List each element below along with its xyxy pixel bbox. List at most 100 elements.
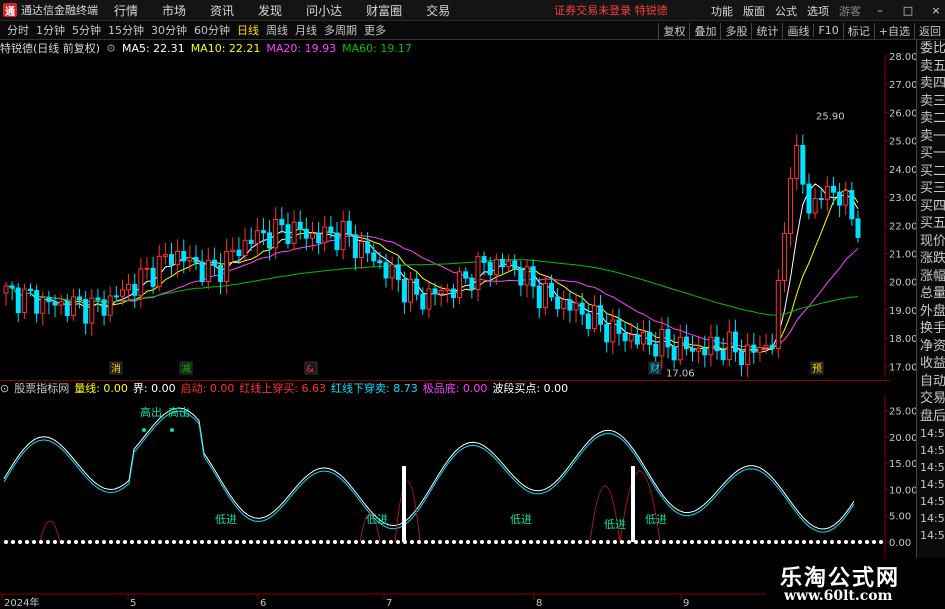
baseline-dot <box>529 540 533 544</box>
baseline-dot <box>578 540 582 544</box>
candle-body <box>21 288 27 314</box>
candle-body <box>659 329 665 357</box>
price-axis: 28.00 27.00 26.00 25.00 24.00 23.00 22.00 21.00… <box>885 52 916 373</box>
baseline-dot <box>417 540 421 544</box>
candle-body <box>107 295 113 316</box>
baseline-dot <box>648 540 652 544</box>
price-tick-label: 22.00 <box>889 221 916 232</box>
candle-body <box>211 259 217 267</box>
candle-body <box>230 249 236 253</box>
baseline-dot <box>354 540 358 544</box>
candle-body <box>334 232 340 251</box>
baseline-dot <box>340 540 344 544</box>
baseline-dot <box>207 540 211 544</box>
event-marker: 预 <box>812 363 822 375</box>
side-panel-label: 净资 <box>920 338 945 354</box>
side-panel-label: 总量 <box>920 286 945 301</box>
baseline-dot <box>375 540 379 544</box>
candle-body <box>199 261 205 283</box>
candle-body <box>775 280 781 350</box>
candle-body <box>573 302 579 311</box>
side-panel-label: 14:50 <box>920 461 945 474</box>
candle-body <box>739 351 745 366</box>
baseline-dot <box>522 540 526 544</box>
side-panel-label: 卖二 <box>920 111 945 126</box>
baseline-dot <box>760 540 764 544</box>
side-panel-label: 买四 <box>920 198 945 214</box>
swing-buy-bar <box>631 466 635 542</box>
candle-body <box>530 266 536 287</box>
baseline-dot <box>536 540 540 544</box>
candle-body <box>138 268 144 296</box>
side-quote-panel[interactable]: 委比 卖五 卖四 卖三 卖二 卖一 买一 买二 买三 买四 买五 现价 涨跌 涨幅 总量 外盘 换手 净资 收益 自动… <box>916 40 945 609</box>
candle-body <box>757 347 763 353</box>
baseline-dot <box>655 540 659 544</box>
price-high-label: 25.90 <box>816 111 845 122</box>
baseline-dot <box>228 540 232 544</box>
candle-body <box>9 285 15 289</box>
baseline-dot <box>221 540 225 544</box>
candle-body <box>708 336 714 356</box>
indicator-icon[interactable]: ⊙ <box>0 382 9 395</box>
candle-body <box>788 177 794 234</box>
candle-body <box>481 256 487 263</box>
side-panel-label: 外盘 <box>920 303 945 319</box>
side-panel-label: 买二 <box>920 163 945 179</box>
baseline-dot <box>592 540 596 544</box>
baseline-dot <box>543 540 547 544</box>
indicator-name[interactable]: 股票指标网 <box>14 380 69 396</box>
baseline-dot <box>767 540 771 544</box>
baseline-dot <box>74 540 78 544</box>
side-panel-label: 委比 <box>920 41 945 56</box>
back-button[interactable]: 返回 <box>914 22 945 39</box>
price-tick-label: 21.00 <box>889 250 916 261</box>
candle-body <box>567 299 573 311</box>
candle-body <box>77 296 83 301</box>
baseline-dot <box>270 540 274 544</box>
candle-body <box>457 271 463 299</box>
baseline-dot <box>123 540 127 544</box>
baseline-dot <box>452 540 456 544</box>
candle-body <box>193 256 199 263</box>
baseline-dot <box>830 540 834 544</box>
low-label: 低进 <box>510 513 532 526</box>
baseline-dot <box>137 540 141 544</box>
baseline-dot <box>851 540 855 544</box>
candle-body <box>267 232 273 249</box>
candle-body <box>224 251 230 283</box>
indicator-tick-label: 0.00 <box>889 538 911 549</box>
side-panel-label: 14:50 <box>920 495 945 508</box>
ma5-line <box>5 183 859 353</box>
candle-body <box>359 241 365 259</box>
high-label: 高出 <box>140 405 162 419</box>
baseline-dot <box>641 540 645 544</box>
low-label: 低进 <box>215 513 237 526</box>
candle-body <box>126 284 132 291</box>
candle-body <box>555 296 561 310</box>
baseline-dot <box>95 540 99 544</box>
baseline-dot <box>872 540 876 544</box>
candle-body <box>610 319 616 343</box>
date-tick-label: 8 <box>536 598 542 609</box>
baseline-dot <box>620 540 624 544</box>
baseline-dot <box>662 540 666 544</box>
candle-body <box>340 220 346 251</box>
baseline-dot <box>130 540 134 544</box>
candle-body <box>812 197 818 214</box>
close-icon[interactable]: × <box>927 4 945 17</box>
side-panel-label: 14:50 <box>920 512 945 525</box>
high-label-dot <box>170 428 174 432</box>
candle-body <box>346 220 352 236</box>
baseline-dot <box>81 540 85 544</box>
baseline-dot <box>347 540 351 544</box>
baseline-dot <box>557 540 561 544</box>
baseline-dot <box>291 540 295 544</box>
candle-body <box>28 288 34 292</box>
side-panel-label: 14:50 <box>920 478 945 491</box>
baseline-dot <box>18 540 22 544</box>
indicator-line-cyan <box>3 410 855 533</box>
baseline-dot <box>312 540 316 544</box>
candle-body <box>95 297 101 301</box>
baseline-dot <box>102 540 106 544</box>
kline-chart[interactable]: 28.00 27.00 26.00 25.00 24.00 23.00 22.00 21.00… <box>0 0 916 609</box>
